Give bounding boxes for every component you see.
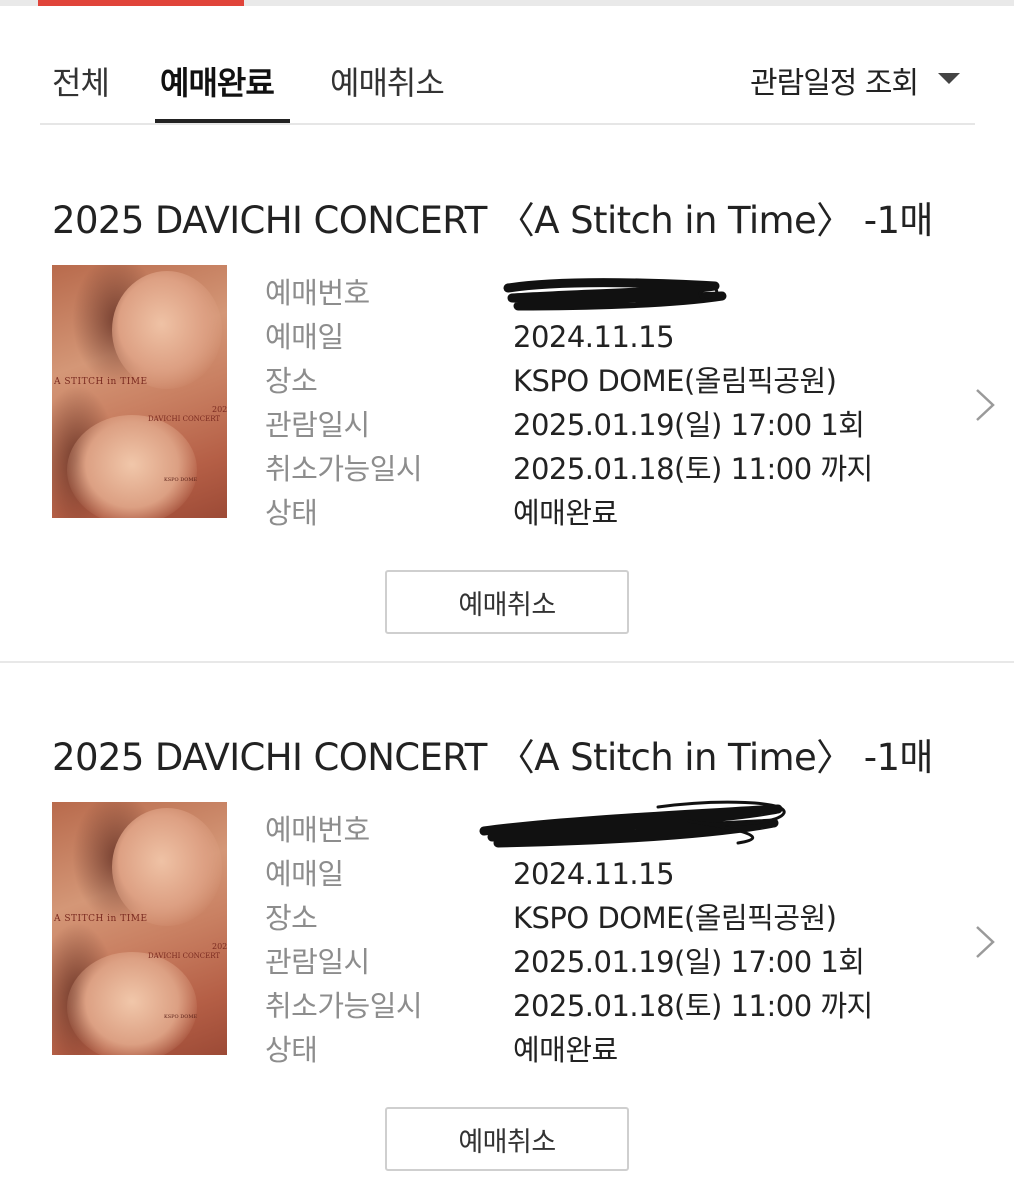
label-booking-date: 예매일 bbox=[265, 320, 344, 354]
concert-poster: A STITCH in TIME 2025 DAVICHI CONCERT KS… bbox=[52, 265, 227, 518]
tab-booking-complete[interactable]: 예매완료 bbox=[160, 58, 275, 104]
caret-down-icon[interactable] bbox=[938, 73, 960, 84]
chevron-right-icon[interactable] bbox=[974, 925, 996, 959]
show-datetime-value: 2025.01.19(일) 17:00 1회 bbox=[513, 945, 865, 979]
tab-all[interactable]: 전체 bbox=[52, 58, 110, 104]
label-show-datetime: 관람일시 bbox=[265, 945, 370, 979]
order-values: 2024.11.15 KSPO DOME(올림픽공원) 2025.01.19(일… bbox=[513, 276, 873, 540]
concert-poster: A STITCH in TIME 2025 DAVICHI CONCERT KS… bbox=[52, 802, 227, 1055]
redaction-scribble bbox=[503, 278, 727, 311]
poster-year: 2025 bbox=[212, 942, 227, 951]
order-values: 2024.11.15 KSPO DOME(올림픽공원) 2025.01.19(일… bbox=[513, 813, 873, 1077]
order-title[interactable]: 2025 DAVICHI CONCERT 〈A Stitch in Time〉 … bbox=[52, 727, 933, 781]
booking-date-value: 2024.11.15 bbox=[513, 320, 675, 354]
show-datetime-value: 2025.01.19(일) 17:00 1회 bbox=[513, 408, 865, 442]
cancel-deadline-value: 2025.01.18(토) 11:00 까지 bbox=[513, 452, 873, 486]
label-booking-date: 예매일 bbox=[265, 857, 344, 891]
poster-tagline: A STITCH in TIME bbox=[54, 914, 148, 924]
order-card[interactable]: 2025 DAVICHI CONCERT 〈A Stitch in Time〉 … bbox=[0, 126, 1014, 663]
venue-value: KSPO DOME(올림픽공원) bbox=[513, 364, 837, 398]
schedule-filter-dropdown[interactable]: 관람일정 조회 bbox=[750, 58, 919, 102]
status-value: 예매완료 bbox=[513, 1033, 618, 1067]
label-status: 상태 bbox=[265, 1033, 318, 1067]
label-booking-number: 예매번호 bbox=[265, 276, 370, 310]
cancel-booking-button[interactable]: 예매취소 bbox=[385, 1107, 629, 1171]
chevron-right-icon[interactable] bbox=[974, 388, 996, 422]
cancel-booking-button[interactable]: 예매취소 bbox=[385, 570, 629, 634]
filter-tabs: 전체 예매완료 예매취소 관람일정 조회 bbox=[0, 0, 1014, 126]
label-show-datetime: 관람일시 bbox=[265, 408, 370, 442]
poster-venue: KSPO DOME bbox=[164, 477, 198, 483]
cancel-deadline-value: 2025.01.18(토) 11:00 까지 bbox=[513, 989, 873, 1023]
status-value: 예매완료 bbox=[513, 496, 618, 530]
label-status: 상태 bbox=[265, 496, 318, 530]
order-title[interactable]: 2025 DAVICHI CONCERT 〈A Stitch in Time〉 … bbox=[52, 190, 933, 244]
order-card[interactable]: 2025 DAVICHI CONCERT 〈A Stitch in Time〉 … bbox=[0, 663, 1014, 1200]
venue-value: KSPO DOME(올림픽공원) bbox=[513, 901, 837, 935]
poster-title: DAVICHI CONCERT bbox=[148, 952, 221, 960]
tabs-divider bbox=[40, 123, 975, 125]
poster-year: 2025 bbox=[212, 405, 227, 414]
label-booking-number: 예매번호 bbox=[265, 813, 370, 847]
label-venue: 장소 bbox=[265, 901, 318, 935]
tab-booking-cancelled[interactable]: 예매취소 bbox=[330, 58, 445, 104]
booking-date-value: 2024.11.15 bbox=[513, 857, 675, 891]
label-cancel-deadline: 취소가능일시 bbox=[265, 989, 423, 1023]
redaction-scribble bbox=[479, 800, 786, 848]
order-labels: 예매번호 예매일 장소 관람일시 취소가능일시 상태 bbox=[265, 276, 423, 540]
order-labels: 예매번호 예매일 장소 관람일시 취소가능일시 상태 bbox=[265, 813, 423, 1077]
label-venue: 장소 bbox=[265, 364, 318, 398]
poster-tagline: A STITCH in TIME bbox=[54, 377, 148, 387]
poster-venue: KSPO DOME bbox=[164, 1014, 198, 1020]
label-cancel-deadline: 취소가능일시 bbox=[265, 452, 423, 486]
poster-title: DAVICHI CONCERT bbox=[148, 415, 221, 423]
